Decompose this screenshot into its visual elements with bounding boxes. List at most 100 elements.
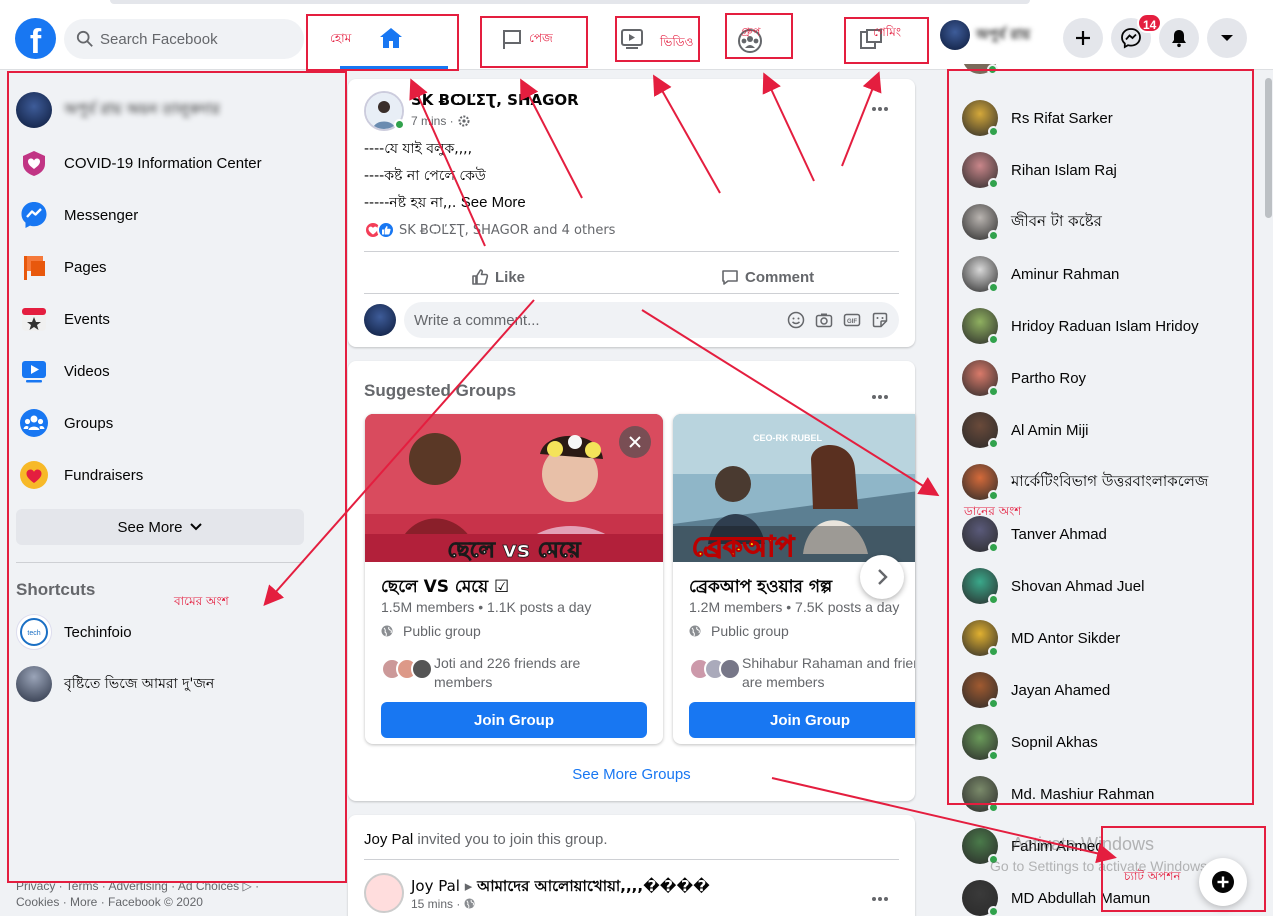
group-friends-members: Shihabur Rahaman and friends are members [689,654,915,692]
gif-icon[interactable]: GIF [843,311,861,329]
plus-icon [1076,31,1090,45]
avatar [940,20,970,50]
thumbs-up-icon [472,269,489,285]
inviter-name[interactable]: Joy Pal [364,831,413,848]
browser-edge [110,0,1030,4]
annotation-box-right-section [947,69,1254,805]
post-text-line-last: -----নষ্ট হয় না,,. See More [364,191,526,215]
join-group-button[interactable]: Join Group [381,702,647,738]
annotation-box-groups [725,13,793,59]
invite-text: invited you to join this group. [413,831,608,848]
sticker-icon[interactable] [871,311,889,329]
friend-avatars [381,658,433,680]
page-scrollbar[interactable] [1264,70,1273,916]
more-dots-icon [872,107,888,111]
dismiss-suggestion-button[interactable] [619,426,651,458]
create-button[interactable] [1063,18,1103,58]
post-options-button[interactable] [871,95,889,118]
avatar[interactable] [364,873,404,913]
carousel-next-button[interactable] [860,555,904,599]
account-menu-button[interactable] [1207,18,1247,58]
comment-composer[interactable]: GIF [404,302,899,338]
comment-tools: GIF [787,311,889,329]
profile-shortcut[interactable]: অপুর্ব রায় [940,20,1030,50]
globe-icon [464,898,475,909]
reactions-summary[interactable]: SK ɃѺĽΣƮ, SHAGOR and 4 others [364,221,615,239]
gear-icon [458,115,470,127]
post-timestamp: 15 mins · [411,897,475,911]
reactions-names: SK ɃѺĽΣƮ, SHAGOR and 4 others [399,222,616,238]
search-bar[interactable] [64,19,304,59]
post-see-more-link[interactable]: See More [461,194,526,211]
comment-label: Comment [745,268,815,286]
post-time-text[interactable]: 7 mins · [411,114,454,128]
friend-avatars [689,658,741,680]
messenger-icon [1121,28,1141,49]
friends-members-text: Joti and 226 friends are members [434,655,581,690]
annotation-box-gaming [844,17,929,64]
messenger-notification-badge: 14 [1137,13,1163,33]
svg-text:GIF: GIF [847,319,857,325]
caret-right-icon: ▸ [464,877,473,895]
group-privacy: Public group [381,623,481,639]
annotation-label-left: বামের অংশ [174,594,229,608]
group-invite-post: Joy Pal invited you to join this group. … [348,815,915,916]
notifications-button[interactable] [1159,18,1199,58]
like-button[interactable]: Like [471,259,525,295]
group-suggestion-card[interactable]: ছেলে vs মেয়ে ছেলে VS মেয়ে ☑ 1.5M membe… [365,414,663,744]
group-name[interactable]: ছেলে VS মেয়ে ☑ [381,574,509,602]
group-cover-image: CEO-RK RUBEL ব্রেকআপ [673,414,915,562]
see-more-groups-link[interactable]: See More Groups [348,766,915,783]
avatar [364,304,396,336]
avatar [719,658,741,680]
bell-icon [1172,30,1186,48]
invite-message: Joy Pal invited you to join this group. [364,831,608,848]
divider [364,293,899,294]
divider [364,859,899,860]
online-indicator [394,119,405,130]
chevron-right-icon [878,569,888,585]
post-text-line: -----নষ্ট হয় না,,. [364,195,461,211]
svg-text:CEO-RK RUBEL: CEO-RK RUBEL [753,433,823,443]
suggested-groups-card: Suggested Groups ছেলে vs মেয়ে ছেলে VS ম… [348,361,915,801]
comment-button[interactable]: Comment [721,259,814,295]
post-time-text[interactable]: 15 mins · [411,897,460,911]
like-label: Like [495,268,526,286]
group-name[interactable]: ব্রেকআপ হওয়ার গল্প [689,574,832,602]
privacy-label: Public group [711,623,789,639]
scrollbar-thumb[interactable] [1265,78,1272,218]
annotation-label-right: ডানের অংশ [964,504,1022,518]
camera-icon[interactable] [815,311,833,329]
divider [364,251,899,252]
suggested-groups-title: Suggested Groups [364,381,517,400]
facebook-logo[interactable]: f [15,18,56,59]
post-author-name[interactable]: SK ɃѺĽΣƮ, SHAGOR [411,91,579,109]
more-dots-icon [872,395,888,399]
emoji-icon[interactable] [787,311,805,329]
globe-icon [689,625,701,637]
like-reaction-icon [377,221,395,239]
group-cover-image: ছেলে vs মেয়ে [365,414,663,562]
feed-post: SK ɃѺĽΣƮ, SHAGOR 7 mins · ----যে যাই বলু… [348,79,915,347]
comment-icon [722,270,738,285]
comment-input[interactable] [414,311,774,329]
profile-name-blurred: অপুর্ব রায় [976,27,1031,43]
footer-line[interactable]: Cookies · More · Facebook © 2020 [16,894,316,910]
friends-members-text: Shihabur Rahaman and friends are members [742,655,915,690]
post-author-name[interactable]: Joy Pal [411,877,460,895]
post-timestamp: 7 mins · [411,114,470,128]
close-icon [629,436,641,448]
globe-icon [381,625,393,637]
group-friends-members: Joti and 226 friends are members [381,654,634,692]
join-group-button[interactable]: Join Group [689,702,915,738]
online-indicator [988,906,999,916]
search-input[interactable] [100,30,290,48]
avatar [962,880,999,916]
post-text-line: ----যে যাই বলুক,,,, [364,141,473,157]
annotation-label-chat: চ্যাট অপশন [1124,869,1181,883]
post-options-button[interactable] [871,885,889,908]
groups-options-button[interactable] [871,383,889,406]
group-name[interactable]: আমাদের আলোয়াখোয়া,,,,���� [477,877,710,895]
group-privacy: Public group [689,623,789,639]
group-stats: 1.2M members • 7.5K posts a day [689,599,900,615]
